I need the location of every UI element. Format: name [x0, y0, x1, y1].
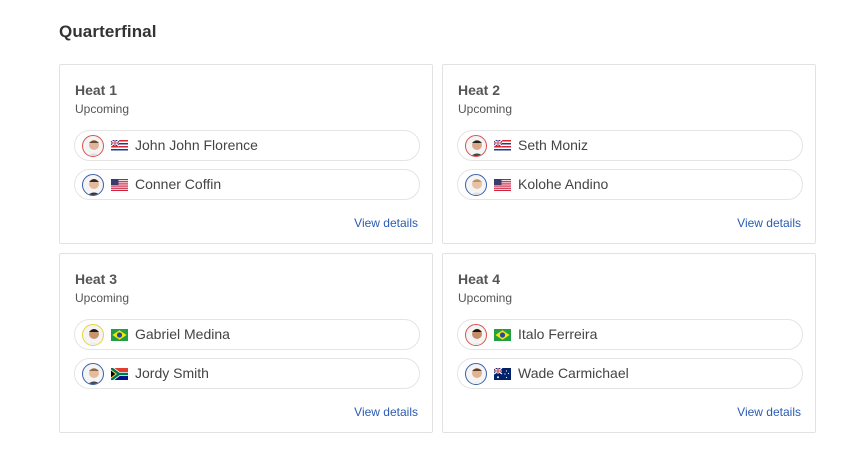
brazil-flag-icon [494, 329, 511, 341]
heat-status: Upcoming [458, 291, 513, 305]
usa-flag-icon [494, 179, 511, 191]
view-details-link[interactable]: View details [737, 216, 801, 230]
heat-card-1: Heat 1 Upcoming John John Florence Conne… [59, 64, 433, 244]
heat-status: Upcoming [75, 291, 130, 305]
athlete-avatar [82, 174, 104, 196]
athlete-row[interactable]: Wade Carmichael [457, 358, 803, 389]
athlete-row[interactable]: Gabriel Medina [74, 319, 420, 350]
hawaii-flag-icon [494, 140, 511, 152]
athlete-name: John John Florence [135, 137, 258, 153]
athlete-name: Italo Ferreira [518, 326, 598, 342]
view-details-link[interactable]: View details [354, 405, 418, 419]
athlete-avatar [465, 135, 487, 157]
heat-card-2: Heat 2 Upcoming Seth Moniz Kolohe Andino… [442, 64, 816, 244]
brazil-flag-icon [111, 329, 128, 341]
athlete-name: Conner Coffin [135, 176, 222, 192]
athlete-row[interactable]: Italo Ferreira [457, 319, 803, 350]
athlete-avatar [465, 363, 487, 385]
athlete-row[interactable]: John John Florence [74, 130, 420, 161]
athlete-name: Kolohe Andino [518, 176, 609, 192]
athlete-avatar [82, 363, 104, 385]
athlete-avatar [465, 324, 487, 346]
heat-status: Upcoming [458, 102, 513, 116]
view-details-link[interactable]: View details [354, 216, 418, 230]
athlete-row[interactable]: Kolohe Andino [457, 169, 803, 200]
heat-card-4: Heat 4 Upcoming Italo Ferreira Wade Carm… [442, 253, 816, 433]
athlete-avatar [82, 135, 104, 157]
athlete-name: Gabriel Medina [135, 326, 230, 342]
heats-grid: Heat 1 Upcoming John John Florence Conne… [59, 64, 819, 436]
athlete-row[interactable]: Seth Moniz [457, 130, 803, 161]
athlete-avatar [465, 174, 487, 196]
heat-title: Heat 1 [75, 82, 118, 98]
athlete-name: Seth Moniz [518, 137, 589, 153]
quarterfinal-page: Quarterfinal Heat 1 Upcoming John John F… [0, 0, 849, 455]
athlete-avatar [82, 324, 104, 346]
athlete-row[interactable]: Jordy Smith [74, 358, 420, 389]
heat-title: Heat 4 [458, 271, 501, 287]
round-title: Quarterfinal [59, 22, 157, 41]
south-africa-flag-icon [111, 368, 128, 380]
australia-flag-icon [494, 368, 511, 380]
heat-card-3: Heat 3 Upcoming Gabriel Medina Jordy Smi… [59, 253, 433, 433]
heat-title: Heat 3 [75, 271, 118, 287]
heat-status: Upcoming [75, 102, 130, 116]
heat-title: Heat 2 [458, 82, 501, 98]
athlete-row[interactable]: Conner Coffin [74, 169, 420, 200]
hawaii-flag-icon [111, 140, 128, 152]
usa-flag-icon [111, 179, 128, 191]
athlete-name: Wade Carmichael [518, 365, 629, 381]
athlete-name: Jordy Smith [135, 365, 209, 381]
view-details-link[interactable]: View details [737, 405, 801, 419]
